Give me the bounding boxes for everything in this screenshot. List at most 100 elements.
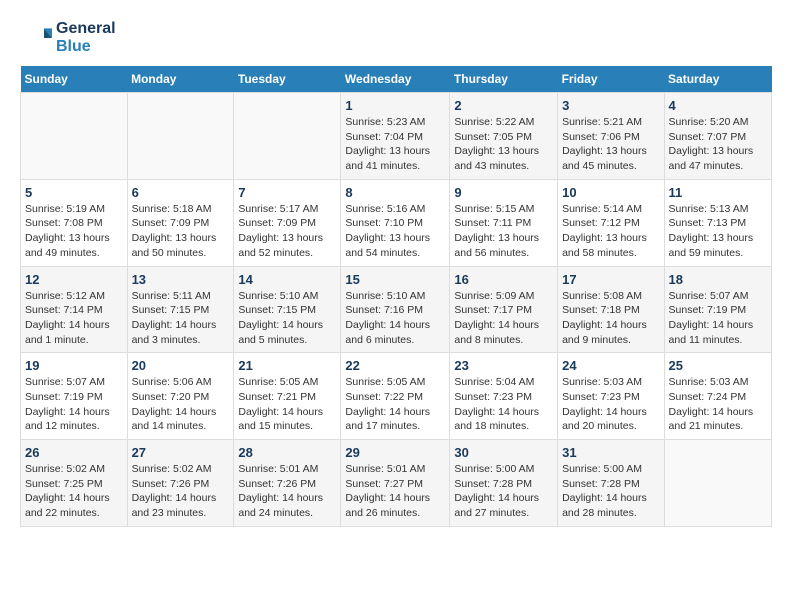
calendar-cell: 28 Sunrise: 5:01 AM Sunset: 7:26 PM Dayli…	[234, 440, 341, 527]
day-info: Sunrise: 5:01 AM Sunset: 7:26 PM Dayligh…	[238, 462, 336, 521]
day-number: 19	[25, 358, 123, 373]
day-header-sunday: Sunday	[21, 66, 128, 93]
day-number: 22	[345, 358, 445, 373]
calendar-cell: 8 Sunrise: 5:16 AM Sunset: 7:10 PM Daylig…	[341, 179, 450, 266]
day-info: Sunrise: 5:00 AM Sunset: 7:28 PM Dayligh…	[562, 462, 659, 521]
calendar-cell	[127, 93, 234, 180]
day-number: 7	[238, 185, 336, 200]
day-info: Sunrise: 5:19 AM Sunset: 7:08 PM Dayligh…	[25, 202, 123, 261]
calendar-cell: 23 Sunrise: 5:04 AM Sunset: 7:23 PM Dayli…	[450, 353, 558, 440]
calendar-body: 1 Sunrise: 5:23 AM Sunset: 7:04 PM Daylig…	[21, 93, 772, 527]
day-number: 12	[25, 272, 123, 287]
day-number: 2	[454, 98, 553, 113]
day-info: Sunrise: 5:20 AM Sunset: 7:07 PM Dayligh…	[669, 115, 767, 174]
calendar-cell	[21, 93, 128, 180]
day-info: Sunrise: 5:22 AM Sunset: 7:05 PM Dayligh…	[454, 115, 553, 174]
day-info: Sunrise: 5:21 AM Sunset: 7:06 PM Dayligh…	[562, 115, 659, 174]
calendar-cell	[664, 440, 771, 527]
day-header-friday: Friday	[558, 66, 664, 93]
day-info: Sunrise: 5:17 AM Sunset: 7:09 PM Dayligh…	[238, 202, 336, 261]
day-info: Sunrise: 5:10 AM Sunset: 7:16 PM Dayligh…	[345, 289, 445, 348]
day-number: 28	[238, 445, 336, 460]
calendar-cell: 31 Sunrise: 5:00 AM Sunset: 7:28 PM Dayli…	[558, 440, 664, 527]
day-number: 11	[669, 185, 767, 200]
calendar-cell: 17 Sunrise: 5:08 AM Sunset: 7:18 PM Dayli…	[558, 266, 664, 353]
calendar-cell: 6Sunrise: 5:18 AM Sunset: 7:09 PM Daylig…	[127, 179, 234, 266]
week-row-5: 26 Sunrise: 5:02 AM Sunset: 7:25 PM Dayli…	[21, 440, 772, 527]
calendar-cell: 9Sunrise: 5:15 AM Sunset: 7:11 PM Daylig…	[450, 179, 558, 266]
calendar-cell: 13 Sunrise: 5:11 AM Sunset: 7:15 PM Dayli…	[127, 266, 234, 353]
calendar-cell: 18 Sunrise: 5:07 AM Sunset: 7:19 PM Dayli…	[664, 266, 771, 353]
calendar-cell: 25 Sunrise: 5:03 AM Sunset: 7:24 PM Dayli…	[664, 353, 771, 440]
week-row-4: 19 Sunrise: 5:07 AM Sunset: 7:19 PM Dayli…	[21, 353, 772, 440]
day-number: 27	[132, 445, 230, 460]
calendar-cell: 19 Sunrise: 5:07 AM Sunset: 7:19 PM Dayli…	[21, 353, 128, 440]
day-number: 5	[25, 185, 123, 200]
calendar-cell: 2 Sunrise: 5:22 AM Sunset: 7:05 PM Daylig…	[450, 93, 558, 180]
day-info: Sunrise: 5:11 AM Sunset: 7:15 PM Dayligh…	[132, 289, 230, 348]
day-number: 9	[454, 185, 553, 200]
day-header-tuesday: Tuesday	[234, 66, 341, 93]
day-info: Sunrise: 5:04 AM Sunset: 7:23 PM Dayligh…	[454, 375, 553, 434]
day-number: 18	[669, 272, 767, 287]
calendar-cell: 26 Sunrise: 5:02 AM Sunset: 7:25 PM Dayli…	[21, 440, 128, 527]
day-info: Sunrise: 5:23 AM Sunset: 7:04 PM Dayligh…	[345, 115, 445, 174]
day-number: 16	[454, 272, 553, 287]
day-number: 26	[25, 445, 123, 460]
calendar-cell	[234, 93, 341, 180]
calendar-header: SundayMondayTuesdayWednesdayThursdayFrid…	[21, 66, 772, 93]
day-number: 1	[345, 98, 445, 113]
day-number: 15	[345, 272, 445, 287]
day-info: Sunrise: 5:00 AM Sunset: 7:28 PM Dayligh…	[454, 462, 553, 521]
day-number: 13	[132, 272, 230, 287]
calendar-cell: 14Sunrise: 5:10 AM Sunset: 7:15 PM Dayli…	[234, 266, 341, 353]
day-info: Sunrise: 5:18 AM Sunset: 7:09 PM Dayligh…	[132, 202, 230, 261]
day-header-wednesday: Wednesday	[341, 66, 450, 93]
calendar-cell: 1 Sunrise: 5:23 AM Sunset: 7:04 PM Daylig…	[341, 93, 450, 180]
day-number: 17	[562, 272, 659, 287]
day-info: Sunrise: 5:02 AM Sunset: 7:25 PM Dayligh…	[25, 462, 123, 521]
day-number: 29	[345, 445, 445, 460]
day-info: Sunrise: 5:02 AM Sunset: 7:26 PM Dayligh…	[132, 462, 230, 521]
day-number: 25	[669, 358, 767, 373]
calendar-cell: 15 Sunrise: 5:10 AM Sunset: 7:16 PM Dayli…	[341, 266, 450, 353]
day-info: Sunrise: 5:05 AM Sunset: 7:22 PM Dayligh…	[345, 375, 445, 434]
week-row-3: 12Sunrise: 5:12 AM Sunset: 7:14 PM Dayli…	[21, 266, 772, 353]
logo: General Blue	[20, 20, 116, 56]
logo-text-line2: Blue	[56, 38, 116, 56]
day-info: Sunrise: 5:16 AM Sunset: 7:10 PM Dayligh…	[345, 202, 445, 261]
calendar-cell: 3 Sunrise: 5:21 AM Sunset: 7:06 PM Daylig…	[558, 93, 664, 180]
calendar-cell: 21 Sunrise: 5:05 AM Sunset: 7:21 PM Dayli…	[234, 353, 341, 440]
calendar-cell: 16Sunrise: 5:09 AM Sunset: 7:17 PM Dayli…	[450, 266, 558, 353]
day-info: Sunrise: 5:01 AM Sunset: 7:27 PM Dayligh…	[345, 462, 445, 521]
day-header-monday: Monday	[127, 66, 234, 93]
day-info: Sunrise: 5:10 AM Sunset: 7:15 PM Dayligh…	[238, 289, 336, 348]
week-row-1: 1 Sunrise: 5:23 AM Sunset: 7:04 PM Daylig…	[21, 93, 772, 180]
calendar-cell: 5 Sunrise: 5:19 AM Sunset: 7:08 PM Daylig…	[21, 179, 128, 266]
day-info: Sunrise: 5:03 AM Sunset: 7:23 PM Dayligh…	[562, 375, 659, 434]
day-info: Sunrise: 5:03 AM Sunset: 7:24 PM Dayligh…	[669, 375, 767, 434]
day-info: Sunrise: 5:13 AM Sunset: 7:13 PM Dayligh…	[669, 202, 767, 261]
day-number: 21	[238, 358, 336, 373]
day-info: Sunrise: 5:07 AM Sunset: 7:19 PM Dayligh…	[25, 375, 123, 434]
day-info: Sunrise: 5:08 AM Sunset: 7:18 PM Dayligh…	[562, 289, 659, 348]
day-number: 10	[562, 185, 659, 200]
calendar-cell: 11 Sunrise: 5:13 AM Sunset: 7:13 PM Dayli…	[664, 179, 771, 266]
day-number: 3	[562, 98, 659, 113]
calendar-cell: 30Sunrise: 5:00 AM Sunset: 7:28 PM Dayli…	[450, 440, 558, 527]
calendar-cell: 24 Sunrise: 5:03 AM Sunset: 7:23 PM Dayli…	[558, 353, 664, 440]
day-info: Sunrise: 5:06 AM Sunset: 7:20 PM Dayligh…	[132, 375, 230, 434]
week-row-2: 5 Sunrise: 5:19 AM Sunset: 7:08 PM Daylig…	[21, 179, 772, 266]
calendar-cell: 29 Sunrise: 5:01 AM Sunset: 7:27 PM Dayli…	[341, 440, 450, 527]
day-info: Sunrise: 5:14 AM Sunset: 7:12 PM Dayligh…	[562, 202, 659, 261]
day-number: 23	[454, 358, 553, 373]
calendar-cell: 12Sunrise: 5:12 AM Sunset: 7:14 PM Dayli…	[21, 266, 128, 353]
logo-icon	[20, 22, 52, 54]
day-number: 24	[562, 358, 659, 373]
day-number: 8	[345, 185, 445, 200]
day-info: Sunrise: 5:07 AM Sunset: 7:19 PM Dayligh…	[669, 289, 767, 348]
day-number: 31	[562, 445, 659, 460]
day-info: Sunrise: 5:05 AM Sunset: 7:21 PM Dayligh…	[238, 375, 336, 434]
day-header-saturday: Saturday	[664, 66, 771, 93]
calendar-cell: 4Sunrise: 5:20 AM Sunset: 7:07 PM Daylig…	[664, 93, 771, 180]
